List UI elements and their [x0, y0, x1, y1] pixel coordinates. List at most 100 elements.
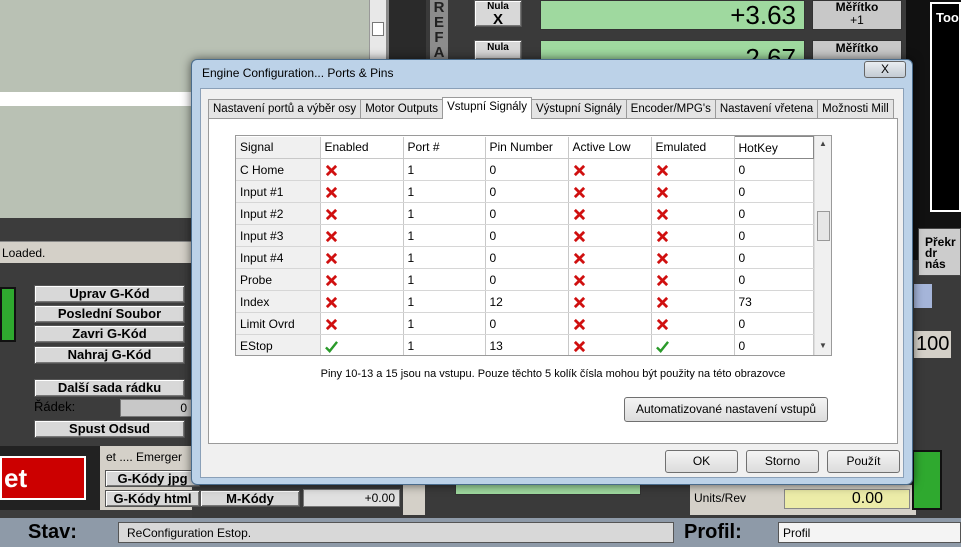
cell-active_low[interactable]: [568, 246, 652, 269]
cell-hotkey[interactable]: 0: [734, 246, 814, 269]
cell-pin[interactable]: 0: [485, 224, 569, 247]
table-row[interactable]: Input #3 1 0 0: [236, 224, 814, 247]
cell-active_low[interactable]: [568, 224, 652, 247]
table-row[interactable]: Input #4 1 0 0: [236, 246, 814, 269]
column-header[interactable]: Port #: [403, 136, 486, 159]
cell-signal[interactable]: EStop: [236, 334, 321, 355]
cell-hotkey[interactable]: 0: [734, 180, 814, 203]
cell-pin[interactable]: 0: [485, 202, 569, 225]
cell-emulated[interactable]: [651, 246, 735, 269]
table-row[interactable]: Input #1 1 0 0: [236, 180, 814, 203]
reset-button[interactable]: et: [0, 456, 86, 500]
cell-enabled[interactable]: [320, 158, 404, 181]
cell-emulated[interactable]: [651, 290, 735, 313]
mkody-button[interactable]: M-Kódy: [200, 490, 300, 507]
offset-field[interactable]: +0.00: [303, 489, 400, 507]
tab-6[interactable]: Možnosti Mill: [817, 99, 894, 119]
auto-setup-button[interactable]: Automatizované nastavení vstupů: [624, 397, 828, 422]
storno-button[interactable]: Storno: [746, 450, 819, 473]
cell-active_low[interactable]: [568, 334, 652, 355]
cell-emulated[interactable]: [651, 158, 735, 181]
spust-odsud-button[interactable]: Spust Odsud: [34, 420, 185, 438]
cell-port[interactable]: 1: [403, 224, 486, 247]
cell-pin[interactable]: 12: [485, 290, 569, 313]
cell-port[interactable]: 1: [403, 202, 486, 225]
cell-emulated[interactable]: [651, 202, 735, 225]
column-header[interactable]: Signal: [236, 136, 321, 159]
cell-active_low[interactable]: [568, 158, 652, 181]
cell-port[interactable]: 1: [403, 290, 486, 313]
table-row[interactable]: Input #2 1 0 0: [236, 202, 814, 225]
cell-signal[interactable]: Index: [236, 290, 321, 313]
cell-port[interactable]: 1: [403, 158, 486, 181]
green-button-right[interactable]: [912, 450, 942, 510]
zavri-gkod-button[interactable]: Zavri G-Kód: [34, 325, 185, 343]
pouzit-button[interactable]: Použít: [827, 450, 900, 473]
table-row[interactable]: Probe 1 0 0: [236, 268, 814, 291]
table-row[interactable]: Index 1 12 73: [236, 290, 814, 313]
cell-enabled[interactable]: [320, 180, 404, 203]
uprav-gkod-button[interactable]: Uprav G-Kód: [34, 285, 185, 303]
cell-enabled[interactable]: [320, 290, 404, 313]
cell-enabled[interactable]: [320, 312, 404, 335]
cell-hotkey[interactable]: 0: [734, 268, 814, 291]
cell-port[interactable]: 1: [403, 334, 486, 355]
cell-enabled[interactable]: [320, 268, 404, 291]
nula-x-button[interactable]: Nula X: [474, 0, 522, 27]
cell-port[interactable]: 1: [403, 312, 486, 335]
column-header[interactable]: Pin Number: [485, 136, 569, 159]
cell-hotkey[interactable]: 0: [734, 334, 814, 355]
scroll-down-icon[interactable]: ▼: [819, 341, 827, 350]
tab-4[interactable]: Encoder/MPG's: [625, 99, 716, 119]
cell-emulated[interactable]: [651, 334, 735, 355]
cell-enabled[interactable]: [320, 334, 404, 355]
ok-button[interactable]: OK: [665, 450, 738, 473]
tab-5[interactable]: Nastavení vřetena: [714, 99, 819, 119]
tab-3[interactable]: Výstupní Signály: [530, 99, 627, 119]
cell-port[interactable]: 1: [403, 180, 486, 203]
cell-emulated[interactable]: [651, 224, 735, 247]
cell-enabled[interactable]: [320, 202, 404, 225]
tab-0[interactable]: Nastavení portů a výběr osy: [208, 99, 362, 119]
tab-2[interactable]: Vstupní Signály: [442, 97, 532, 119]
cell-active_low[interactable]: [568, 180, 652, 203]
cell-enabled[interactable]: [320, 224, 404, 247]
cell-hotkey[interactable]: 0: [734, 312, 814, 335]
cell-signal[interactable]: Input #4: [236, 246, 321, 269]
column-header[interactable]: HotKey: [733, 136, 814, 159]
cell-pin[interactable]: 0: [485, 158, 569, 181]
grid-scrollbar[interactable]: ▲ ▼: [814, 136, 831, 355]
cell-active_low[interactable]: [568, 202, 652, 225]
table-row[interactable]: C Home 1 0 0: [236, 158, 814, 181]
cell-signal[interactable]: Input #3: [236, 224, 321, 247]
tab-1[interactable]: Motor Outputs: [360, 99, 444, 119]
cell-hotkey[interactable]: 0: [734, 224, 814, 247]
cell-hotkey[interactable]: 0: [734, 158, 814, 181]
cell-pin[interactable]: 0: [485, 246, 569, 269]
cell-pin[interactable]: 0: [485, 312, 569, 335]
posledni-soubor-button[interactable]: Poslední Soubor: [34, 305, 185, 323]
cell-signal[interactable]: Input #2: [236, 202, 321, 225]
table-row[interactable]: EStop 1 13 0: [236, 334, 814, 355]
cell-pin[interactable]: 0: [485, 268, 569, 291]
cell-emulated[interactable]: [651, 312, 735, 335]
cell-active_low[interactable]: [568, 268, 652, 291]
cell-active_low[interactable]: [568, 290, 652, 313]
cell-enabled[interactable]: [320, 246, 404, 269]
dalsi-sada-radku-button[interactable]: Další sada rádku: [34, 379, 185, 397]
column-header[interactable]: Emulated: [651, 136, 735, 159]
gkody-html-button[interactable]: G-Kódy html: [105, 490, 200, 507]
dro-y[interactable]: 2.67: [540, 40, 805, 60]
scroll-up-icon[interactable]: ▲: [819, 139, 827, 148]
cell-port[interactable]: 1: [403, 246, 486, 269]
cell-emulated[interactable]: [651, 180, 735, 203]
nula-y-button[interactable]: Nula: [474, 40, 522, 60]
gkody-jpg-button[interactable]: G-Kódy jpg: [105, 470, 200, 487]
prekryti-button[interactable]: Překr dr nás: [918, 228, 961, 276]
nahraj-gkod-button[interactable]: Nahraj G-Kód: [34, 346, 185, 364]
units-rev-field[interactable]: 0.00: [784, 489, 910, 509]
table-row[interactable]: Limit Ovrd 1 0 0: [236, 312, 814, 335]
cell-signal[interactable]: Input #1: [236, 180, 321, 203]
cell-active_low[interactable]: [568, 312, 652, 335]
cell-port[interactable]: 1: [403, 268, 486, 291]
